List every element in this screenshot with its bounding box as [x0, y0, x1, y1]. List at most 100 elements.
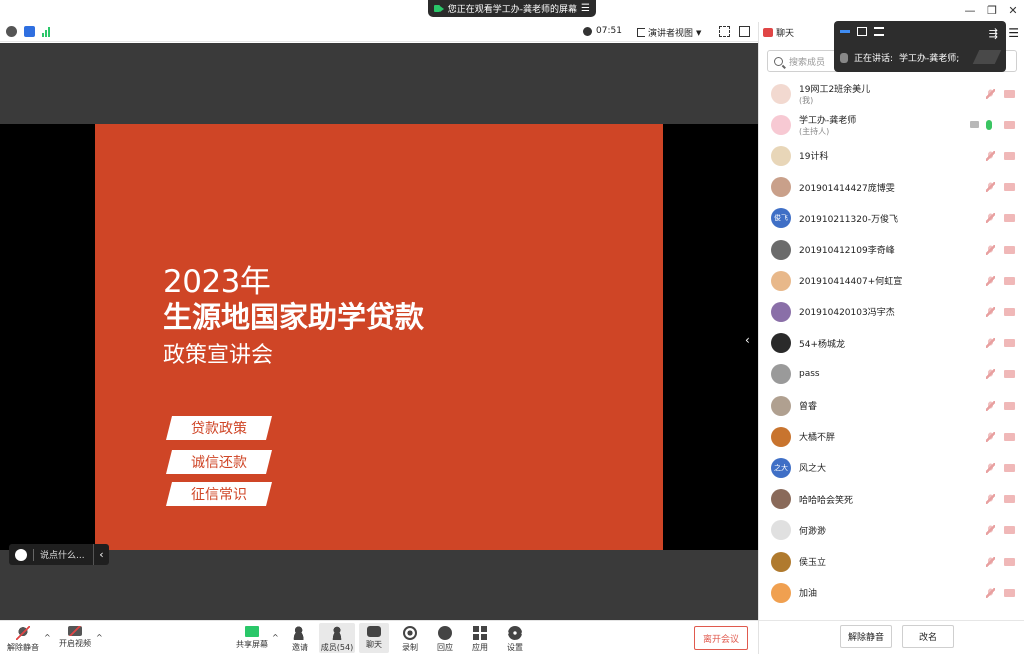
chat-button[interactable]: 聊天	[359, 623, 389, 653]
info-icon[interactable]	[6, 26, 17, 37]
record-button[interactable]: 录制	[396, 623, 424, 653]
member-row[interactable]: 201901414427庞博雯	[759, 172, 1024, 203]
mic-off-icon	[986, 556, 995, 567]
member-name: 风之大	[799, 464, 827, 475]
mic-off-icon	[986, 525, 995, 536]
shield-icon[interactable]	[24, 26, 35, 37]
member-name: 大橘不胖	[799, 433, 836, 444]
slide-tag: 征信常识	[166, 482, 272, 506]
member-name: pass	[799, 369, 820, 380]
avatar	[771, 270, 791, 291]
list-icon[interactable]	[874, 27, 884, 36]
invite-button[interactable]: 邀请	[286, 623, 314, 653]
rename-button[interactable]: 改名	[902, 625, 954, 648]
avatar	[771, 395, 791, 416]
member-name: 加油	[799, 589, 818, 600]
video-off-icon	[1004, 276, 1015, 285]
member-row[interactable]: 之大 风之大	[759, 452, 1024, 483]
chevron-left-icon[interactable]: ‹	[93, 544, 109, 565]
menu-icon[interactable]: ☰	[1008, 26, 1019, 40]
chat-input-pill[interactable]: 说点什么... ‹	[9, 544, 109, 565]
presentation-slide: 2023年 生源地国家助学贷款 政策宣讲会 贷款政策 诚信还款 征信常识	[95, 124, 663, 550]
gear-icon	[508, 626, 522, 640]
speaking-indicator-popover[interactable]: ⇶ 正在讲话: 学工办-龚老师;	[834, 21, 1006, 72]
clock-icon	[583, 26, 592, 36]
member-row[interactable]: 加油	[759, 577, 1024, 608]
chat-placeholder: 说点什么...	[40, 551, 85, 561]
video-off-icon	[1004, 151, 1015, 160]
members-button[interactable]: 成员(54)	[319, 623, 355, 653]
viewing-banner[interactable]: 您正在观看学工办-龚老师的屏幕 ☰	[428, 0, 596, 17]
unmute-all-button[interactable]: 解除静音	[840, 625, 892, 648]
apps-button[interactable]: 应用	[466, 623, 494, 653]
member-row[interactable]: 侯玉立	[759, 546, 1024, 577]
minimize-button[interactable]: —	[963, 4, 977, 17]
member-name: 侯玉立	[799, 558, 827, 568]
mic-off-icon	[986, 462, 995, 473]
slide-tag: 诚信还款	[166, 450, 272, 474]
audio-wave-icon	[972, 50, 1002, 64]
avatar	[771, 301, 791, 322]
search-placeholder: 搜索成员	[789, 57, 826, 68]
member-row[interactable]: 201910412109李奇峰	[759, 234, 1024, 265]
member-name: 学工办-龚老师	[799, 116, 857, 127]
collapse-icon[interactable]: ⇶	[989, 27, 998, 40]
member-row[interactable]: 201910420103冯宇杰	[759, 296, 1024, 327]
member-row[interactable]: 俊飞 201910211320-万俊飞	[759, 203, 1024, 234]
member-name: 201901414427庞博雯	[799, 183, 895, 194]
restore-button[interactable]: ❐	[985, 4, 999, 17]
avatar	[771, 177, 791, 198]
member-row[interactable]: pass	[759, 359, 1024, 390]
mic-off-icon	[986, 213, 995, 224]
chat-icon	[367, 626, 381, 637]
avatar: 之大	[771, 457, 791, 478]
menu-icon[interactable]: ☰	[581, 3, 590, 14]
start-video-button[interactable]: 开启视频	[58, 623, 92, 653]
member-row[interactable]: 哈哈哈会笑死	[759, 484, 1024, 515]
mic-off-icon	[986, 306, 995, 317]
window-icon[interactable]	[857, 27, 867, 36]
view-mode-dropdown[interactable]: 演讲者视图 ▼	[637, 26, 701, 39]
avatar	[771, 114, 791, 135]
tab-chat[interactable]: 聊天	[763, 26, 794, 39]
sidebar-toggle-icon[interactable]	[739, 26, 750, 37]
mic-off-icon	[986, 275, 995, 286]
member-row[interactable]: 54+杨城龙	[759, 328, 1024, 359]
members-panel: 聊天 ☰ 搜索成员 19网工2班余美儿 (我) 学工办-龚老师 (主持人) 19计科 20…	[758, 22, 1024, 654]
member-row[interactable]: 大橘不胖	[759, 421, 1024, 452]
mic-on-icon	[986, 119, 992, 130]
invite-icon	[293, 626, 307, 640]
meeting-info-bar: 07:51 演讲者视图 ▼	[0, 22, 758, 42]
mic-icon	[840, 52, 848, 63]
minimize-icon[interactable]	[840, 30, 850, 33]
member-role: (我)	[799, 96, 814, 105]
chevron-up-icon[interactable]: ^	[272, 633, 279, 642]
video-off-icon	[1004, 245, 1015, 254]
speaking-name: 学工办-龚老师;	[899, 54, 960, 64]
member-name: 201910211320-万俊飞	[799, 214, 898, 225]
chevron-left-icon[interactable]: ‹	[745, 333, 750, 347]
close-button[interactable]: ✕	[1006, 4, 1020, 17]
emoji-icon[interactable]	[15, 548, 27, 561]
settings-button[interactable]: 设置	[501, 623, 529, 653]
signal-icon[interactable]	[42, 27, 50, 37]
member-name: 哈哈哈会笑死	[799, 495, 854, 506]
mic-off-icon	[986, 369, 995, 380]
member-row[interactable]: 19计科	[759, 140, 1024, 171]
chevron-up-icon[interactable]: ^	[44, 633, 51, 642]
panel-footer: 解除静音 改名	[759, 620, 1024, 654]
member-row[interactable]: 19网工2班余美儿 (我)	[759, 78, 1024, 109]
leave-meeting-button[interactable]: 离开会议	[694, 626, 748, 650]
member-row[interactable]: 曾睿	[759, 390, 1024, 421]
share-screen-button[interactable]: 共享屏幕	[235, 623, 269, 653]
slide-subtitle: 政策宣讲会	[163, 343, 274, 368]
reaction-button[interactable]: 回应	[431, 623, 459, 653]
member-row[interactable]: 何渺渺	[759, 515, 1024, 546]
avatar	[771, 83, 791, 104]
slide-tag: 贷款政策	[166, 416, 272, 440]
member-row[interactable]: 201910414407+何虹宣	[759, 265, 1024, 296]
chevron-up-icon[interactable]: ^	[96, 633, 103, 642]
fullscreen-icon[interactable]	[719, 26, 730, 37]
unmute-button[interactable]: 解除静音	[6, 623, 40, 653]
member-row[interactable]: 学工办-龚老师 (主持人)	[759, 109, 1024, 140]
